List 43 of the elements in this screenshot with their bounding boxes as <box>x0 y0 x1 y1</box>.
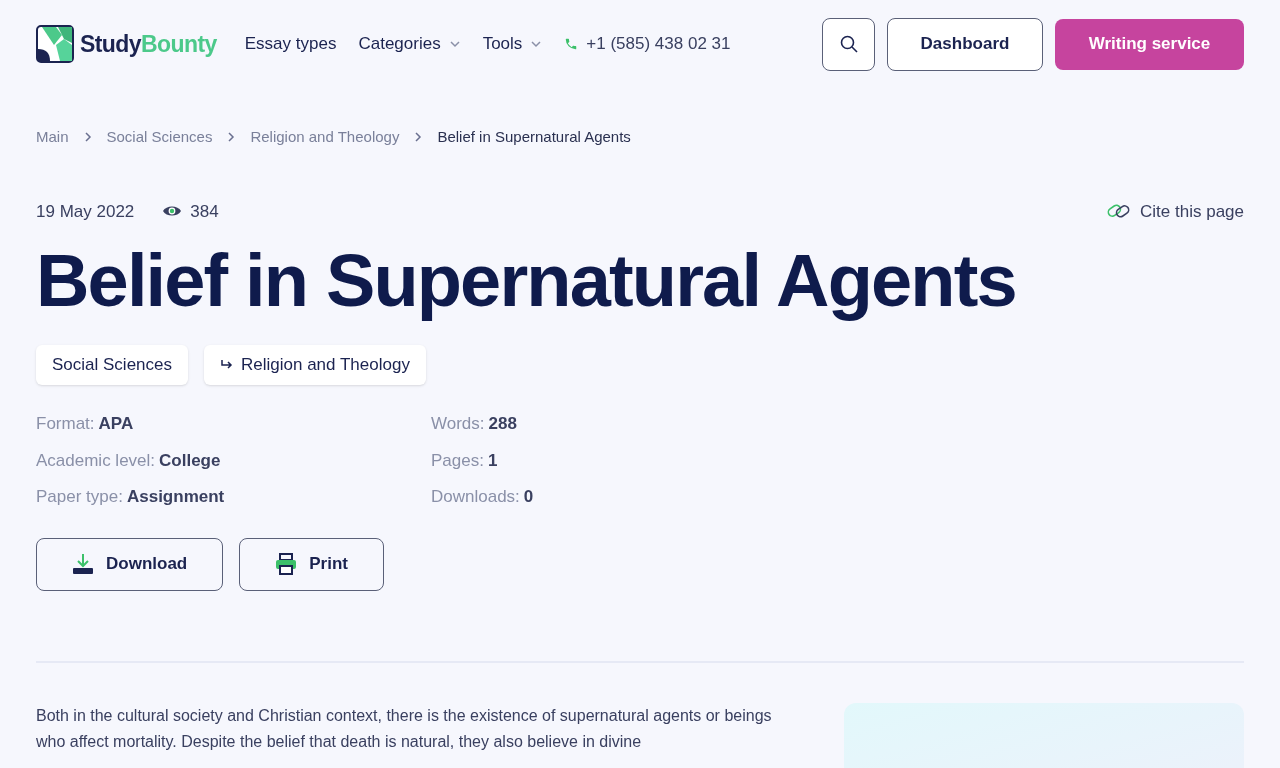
chevron-right-icon <box>226 131 237 144</box>
search-button[interactable] <box>822 17 875 71</box>
date-text: 19 May 2022 <box>36 200 135 223</box>
page-title: Belief in Supernatural Agents <box>36 238 1017 324</box>
cite-link[interactable]: Cite this page <box>1106 198 1244 224</box>
detail-label: Academic level: <box>36 449 156 472</box>
nav-link[interactable]: Essay types <box>244 31 337 57</box>
detail-label: Pages: <box>431 449 484 472</box>
download-button[interactable]: Download <box>36 537 224 591</box>
breadcrumb-link[interactable]: Religion and Theology <box>250 126 400 149</box>
chevron-right-icon <box>82 131 93 144</box>
printer-icon <box>275 553 298 576</box>
logo-icon <box>36 25 74 63</box>
phone-icon <box>564 37 579 51</box>
nav-link[interactable]: Tools <box>482 31 543 57</box>
logo-text[interactable]: StudyBounty <box>80 26 217 62</box>
detail-value: APA <box>98 413 134 436</box>
detail-label: Downloads: <box>431 486 520 509</box>
detail-value: 1 <box>487 449 498 472</box>
download-icon <box>72 553 94 576</box>
print-button[interactable]: Print <box>239 537 384 591</box>
breadcrumb-link[interactable]: Social Sciences <box>106 126 213 149</box>
writing-service-button[interactable]: Writing service <box>1055 18 1244 70</box>
detail-value: 288 <box>488 413 517 436</box>
chevron-right-icon <box>413 131 424 144</box>
nav-link[interactable]: Categories <box>358 31 461 57</box>
detail-label: Paper type: <box>36 486 123 509</box>
detail-label: Words: <box>431 413 485 436</box>
breadcrumb-link[interactable]: Main <box>36 126 69 149</box>
category-tag[interactable]: Religion and Theology <box>204 345 426 386</box>
view-count: 384 <box>190 200 219 223</box>
chevron-down-icon <box>530 38 543 50</box>
phone-link[interactable]: +1 (585) 438 02 31 <box>564 31 731 57</box>
chevron-down-icon <box>448 38 461 50</box>
detail-value: College <box>159 449 221 472</box>
detail-label: Format: <box>36 413 95 436</box>
category-tag[interactable]: Social Sciences <box>36 345 188 386</box>
detail-value: 0 <box>523 486 534 509</box>
essay-paragraph: Both in the cultural society and Christian context, there is the existence of supernatural agents or beings who affect mortality. Despite the belief that death is natural, they also believe in divine <box>36 705 773 752</box>
dashboard-button[interactable]: Dashboard <box>887 17 1043 71</box>
detail-value: Assignment <box>126 486 225 509</box>
breadcrumb-link[interactable]: Belief in Supernatural Agents <box>437 126 631 149</box>
search-icon <box>838 34 859 54</box>
